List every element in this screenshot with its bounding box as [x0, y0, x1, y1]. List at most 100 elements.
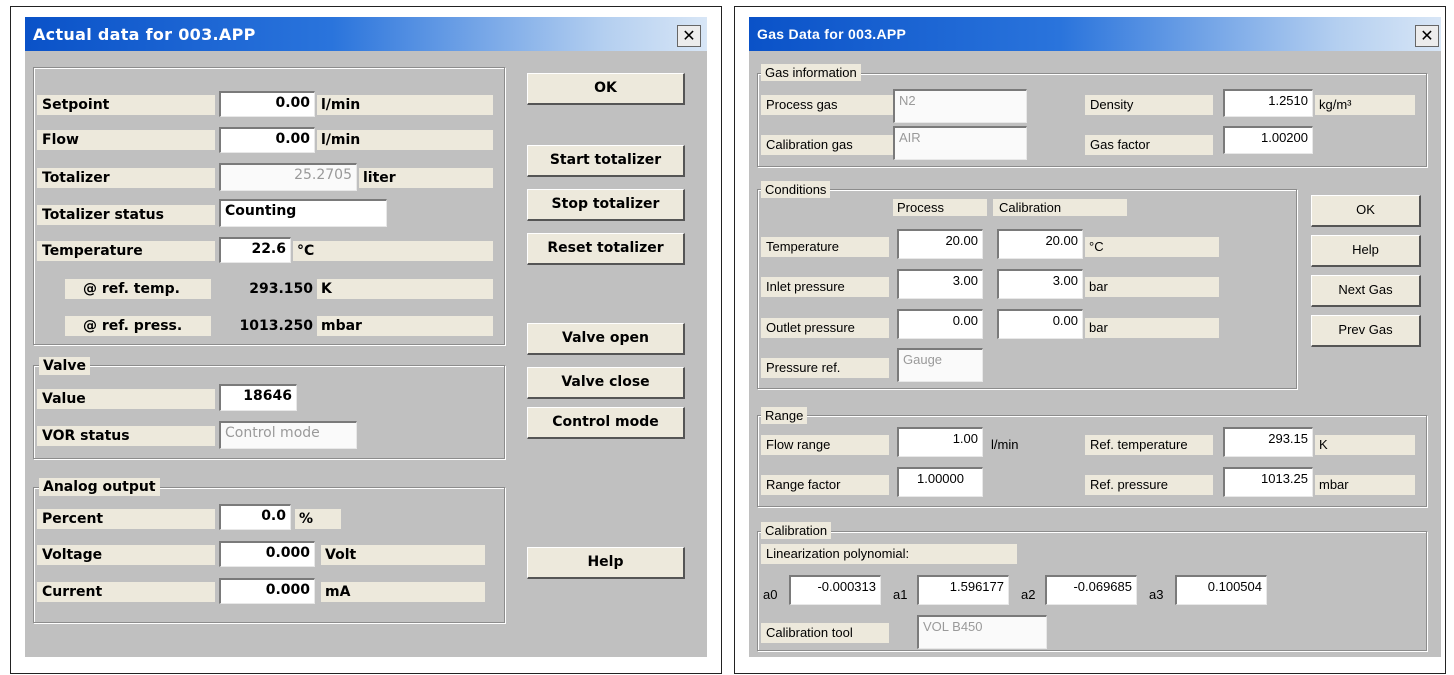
ref-press-value: 1013.250	[239, 318, 313, 334]
totalizer-status-field: Counting	[219, 199, 387, 227]
range-group-label: Range	[761, 407, 808, 424]
flow-unit: l/min	[317, 130, 493, 150]
flow-label: Flow	[37, 130, 215, 150]
totalizer-unit: liter	[359, 168, 493, 188]
valve-value-field[interactable]: 18646	[219, 384, 297, 411]
voltage-field[interactable]: 0.000	[219, 541, 315, 567]
ref-press-label: @ ref. press.	[65, 316, 211, 336]
current-field[interactable]: 0.000	[219, 578, 315, 604]
temperature-label: Temperature	[761, 237, 889, 257]
range-factor-field[interactable]: 1.00000	[897, 467, 983, 497]
ref-temperature-unit: K	[1315, 435, 1415, 455]
outlet-pressure-unit: bar	[1085, 318, 1219, 338]
help-button[interactable]: Help	[1311, 235, 1421, 267]
a0-label: a0	[763, 587, 778, 602]
percent-unit: %	[295, 509, 341, 529]
gas-data-window: Gas Data for 003.APP ✕ Gas information P…	[749, 17, 1441, 657]
ref-pressure-field[interactable]: 1013.25	[1223, 467, 1313, 497]
calibration-gas-field: AIR	[893, 126, 1027, 160]
ok-button[interactable]: OK	[527, 73, 685, 105]
title-bar: Actual data for 003.APP ✕	[25, 17, 707, 51]
a1-field[interactable]: 1.596177	[917, 575, 1009, 605]
flow-range-unit: l/min	[991, 437, 1019, 452]
current-unit: mA	[321, 582, 485, 602]
density-unit: kg/m³	[1315, 95, 1415, 115]
a1-label: a1	[893, 587, 908, 602]
outlet-pressure-calibration-field[interactable]: 0.00	[997, 309, 1083, 339]
ref-temp-unit: K	[317, 279, 493, 299]
calibration-tool-label: Calibration tool	[761, 623, 889, 643]
conditions-group-label: Conditions	[761, 181, 831, 198]
ref-temperature-field[interactable]: 293.15	[1223, 427, 1313, 457]
valve-value-label: Value	[37, 389, 215, 409]
pressure-ref-label: Pressure ref.	[761, 358, 889, 378]
inlet-pressure-calibration-field[interactable]: 3.00	[997, 269, 1083, 299]
left-screenshot-frame: Actual data for 003.APP ✕ Setpoint 0.00 …	[10, 6, 722, 674]
ok-button[interactable]: OK	[1311, 195, 1421, 227]
percent-field[interactable]: 0.0	[219, 504, 291, 530]
inlet-pressure-unit: bar	[1085, 277, 1219, 297]
range-factor-label: Range factor	[761, 475, 889, 495]
ref-press-unit: mbar	[317, 316, 493, 336]
vor-status-field: Control mode	[219, 421, 357, 449]
temperature-unit: °C	[1085, 237, 1219, 257]
reset-totalizer-button[interactable]: Reset totalizer	[527, 233, 685, 265]
analog-output-group-label: Analog output	[39, 478, 160, 496]
valve-close-button[interactable]: Valve close	[527, 367, 685, 399]
actual-data-window: Actual data for 003.APP ✕ Setpoint 0.00 …	[25, 17, 707, 657]
setpoint-unit: l/min	[317, 95, 493, 115]
a0-field[interactable]: -0.000313	[789, 575, 881, 605]
temperature-field[interactable]: 22.6	[219, 237, 291, 263]
gas-information-group-label: Gas information	[761, 64, 861, 81]
next-gas-button[interactable]: Next Gas	[1311, 275, 1421, 307]
flow-field[interactable]: 0.00	[219, 127, 315, 153]
density-field[interactable]: 1.2510	[1223, 89, 1313, 117]
flow-range-label: Flow range	[761, 435, 889, 455]
outlet-pressure-process-field[interactable]: 0.00	[897, 309, 983, 339]
pressure-ref-field: Gauge	[897, 348, 983, 382]
voltage-unit: Volt	[321, 545, 485, 565]
calibration-column-header: Calibration	[993, 199, 1127, 216]
flow-range-field[interactable]: 1.00	[897, 427, 983, 457]
density-label: Density	[1085, 95, 1213, 115]
totalizer-field: 25.2705	[219, 163, 357, 191]
a3-field[interactable]: 0.100504	[1175, 575, 1267, 605]
valve-open-button[interactable]: Valve open	[527, 323, 685, 355]
gas-factor-field[interactable]: 1.00200	[1223, 126, 1313, 154]
temperature-label: Temperature	[37, 241, 215, 261]
totalizer-label: Totalizer	[37, 168, 215, 188]
inlet-pressure-label: Inlet pressure	[761, 277, 889, 297]
setpoint-field[interactable]: 0.00	[219, 91, 315, 117]
vor-status-label: VOR status	[37, 426, 215, 446]
setpoint-label: Setpoint	[37, 95, 215, 115]
ref-temperature-label: Ref. temperature	[1085, 435, 1213, 455]
linearization-polynomial-label: Linearization polynomial:	[761, 544, 1017, 564]
close-icon[interactable]: ✕	[677, 25, 701, 47]
inlet-pressure-process-field[interactable]: 3.00	[897, 269, 983, 299]
help-button[interactable]: Help	[527, 547, 685, 579]
ref-pressure-label: Ref. pressure	[1085, 475, 1213, 495]
totalizer-status-label: Totalizer status	[37, 205, 215, 225]
calibration-group-label: Calibration	[761, 522, 832, 539]
process-column-header: Process	[893, 199, 987, 216]
process-gas-field: N2	[893, 89, 1027, 123]
a2-label: a2	[1021, 587, 1036, 602]
start-totalizer-button[interactable]: Start totalizer	[527, 145, 685, 177]
window-title: Gas Data for 003.APP	[757, 26, 907, 42]
calibration-tool-field: VOL B450	[917, 615, 1047, 649]
a2-field[interactable]: -0.069685	[1045, 575, 1137, 605]
valve-group-label: Valve	[39, 357, 90, 375]
temperature-calibration-field[interactable]: 20.00	[997, 229, 1083, 259]
voltage-label: Voltage	[37, 545, 215, 565]
temperature-unit: °C	[293, 241, 493, 261]
control-mode-button[interactable]: Control mode	[527, 407, 685, 439]
outlet-pressure-label: Outlet pressure	[761, 318, 889, 338]
prev-gas-button[interactable]: Prev Gas	[1311, 315, 1421, 347]
close-icon[interactable]: ✕	[1415, 25, 1439, 47]
percent-label: Percent	[37, 509, 215, 529]
title-bar: Gas Data for 003.APP ✕	[749, 17, 1441, 51]
a3-label: a3	[1149, 587, 1164, 602]
stop-totalizer-button[interactable]: Stop totalizer	[527, 189, 685, 221]
process-gas-label: Process gas	[761, 95, 893, 115]
temperature-process-field[interactable]: 20.00	[897, 229, 983, 259]
